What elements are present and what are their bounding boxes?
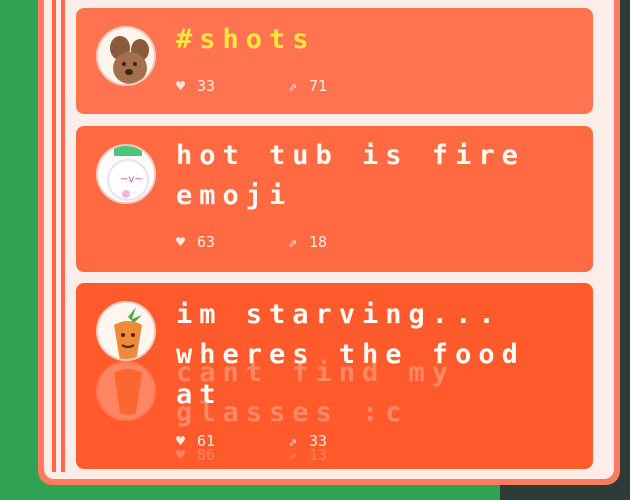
feed-post[interactable]: #shots ♥ 33 ⇗ 71 bbox=[76, 8, 593, 114]
like-count[interactable]: ♥ 61 bbox=[176, 432, 288, 450]
heart-icon: ♥ bbox=[176, 232, 186, 251]
carrot-avatar[interactable] bbox=[96, 301, 156, 361]
dog-avatar[interactable] bbox=[96, 26, 156, 86]
repost-icon: ⇗ bbox=[288, 232, 298, 251]
feed-post[interactable]: cant find my glasses :c im starving... w… bbox=[76, 283, 593, 469]
svg-text:~v~: ~v~ bbox=[120, 174, 143, 185]
repost-icon: ⇗ bbox=[288, 431, 298, 450]
repost-icon: ⇗ bbox=[288, 76, 298, 95]
feed-scrollbar-track bbox=[61, 0, 65, 472]
post-stats: ♥ 63 ⇗ 18 bbox=[176, 232, 400, 252]
like-count[interactable]: ♥ 33 bbox=[176, 77, 288, 95]
post-stats: ♥ 33 ⇗ 71 bbox=[176, 76, 400, 96]
repost-count[interactable]: ⇗ 18 bbox=[288, 233, 400, 251]
post-text: #shots bbox=[176, 24, 316, 55]
repost-count[interactable]: ⇗ 71 bbox=[288, 77, 400, 95]
post-text: im starving... wheres the food at bbox=[176, 299, 525, 410]
bunny-avatar[interactable]: ~v~ bbox=[96, 144, 156, 204]
carrot-avatar-ghost bbox=[96, 361, 156, 421]
post-stats: ♥ 61 ⇗ 33 bbox=[176, 431, 400, 451]
repost-count[interactable]: ⇗ 33 bbox=[288, 432, 400, 450]
post-text: hot tub is fire emoji bbox=[176, 140, 525, 211]
heart-icon: ♥ bbox=[176, 76, 186, 95]
feed-post[interactable]: ~v~ hot tub is fire emoji ♥ 63 ⇗ 18 bbox=[76, 126, 593, 272]
heart-icon: ♥ bbox=[176, 431, 186, 450]
feed-scrollbar[interactable] bbox=[52, 0, 56, 472]
like-count[interactable]: ♥ 63 bbox=[176, 233, 288, 251]
